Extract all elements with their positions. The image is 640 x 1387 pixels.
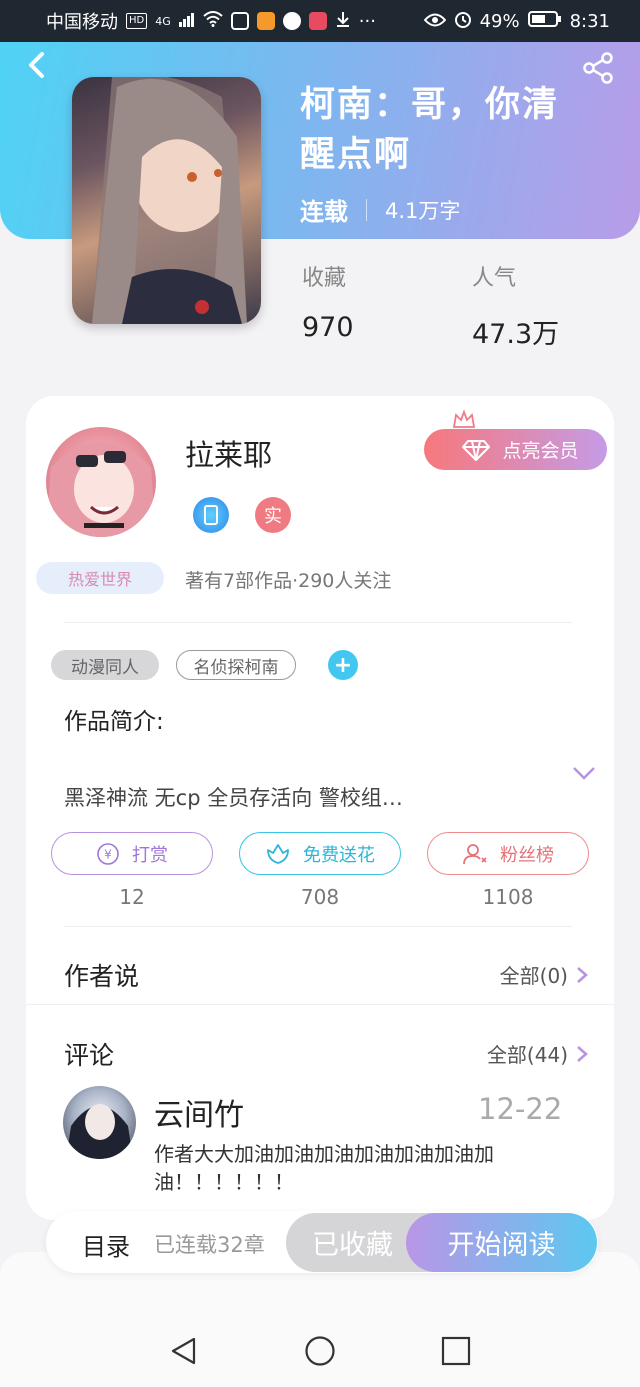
nav-back-button[interactable]	[168, 1335, 200, 1367]
fans-rank-button[interactable]: 粉丝榜	[427, 832, 589, 875]
avatar-badge: 热爱世界	[36, 562, 164, 594]
send-flower-label: 免费送花	[303, 844, 375, 866]
tag-conan[interactable]: 名侦探柯南	[176, 650, 296, 680]
book-title: 柯南：哥，你清醒点啊	[300, 85, 560, 175]
back-button[interactable]	[22, 50, 52, 80]
vip-button[interactable]: 点亮会员	[424, 429, 607, 470]
start-reading-button[interactable]: 开始阅读	[406, 1213, 597, 1272]
comment-date: 12-22	[478, 1092, 563, 1126]
commenter-avatar-image	[66, 1104, 133, 1159]
divider	[26, 1004, 614, 1005]
carrier-label: 中国移动	[46, 12, 118, 33]
phone-verified-icon	[193, 497, 229, 533]
book-meta: 连载 4.1万字	[300, 192, 460, 227]
expand-chevron-icon[interactable]	[572, 765, 596, 781]
popularity-stat: 人气 47.3万	[472, 260, 559, 351]
eye-icon	[423, 12, 446, 31]
status-left: 中国移动 HD 4G ···	[46, 8, 376, 34]
comments-all-link[interactable]: 全部(44)	[487, 1039, 588, 1068]
divider	[64, 926, 572, 927]
divider	[64, 622, 572, 623]
tag-anime[interactable]: 动漫同人	[51, 650, 159, 680]
cover-illustration	[92, 77, 247, 324]
commenter-avatar[interactable]	[63, 1086, 136, 1159]
battery-percent: 49%	[479, 10, 520, 32]
flower-icon	[267, 843, 289, 864]
signal-icon	[178, 12, 195, 31]
author-says-title: 作者说	[64, 962, 140, 991]
vip-button-label: 点亮会员	[502, 440, 579, 462]
serial-status: 连载	[300, 198, 348, 226]
clock: 8:31	[569, 10, 610, 32]
author-avatar[interactable]	[46, 427, 156, 537]
author-avatar-image	[46, 442, 156, 537]
book-cover[interactable]	[72, 77, 261, 324]
diamond-icon	[462, 439, 491, 461]
nav-recents-button[interactable]	[440, 1335, 472, 1367]
chapter-count[interactable]: 已连载32章	[154, 1229, 265, 1259]
status-bar: 中国移动 HD 4G ··· 49% 8:31	[0, 0, 640, 42]
wifi-icon	[203, 11, 223, 31]
real-name-badge: 实	[255, 497, 291, 533]
play-app-icon	[256, 12, 275, 30]
svg-text:¥: ¥	[104, 847, 112, 861]
triangle-back-icon	[171, 1337, 196, 1365]
tip-button[interactable]: ¥ 打赏	[51, 832, 213, 875]
circle-home-icon	[305, 1336, 335, 1366]
network-indicator: 4G	[155, 14, 171, 28]
chevron-right-icon	[577, 1045, 588, 1062]
favorites-value: 970	[302, 312, 354, 343]
camera-app-icon	[282, 12, 301, 30]
book-app-icon	[308, 12, 327, 30]
hd-badge: HD	[126, 13, 148, 29]
status-right: 49% 8:31	[423, 10, 610, 32]
add-tag-button[interactable]: +	[328, 650, 358, 680]
favorites-stat: 收藏 970	[302, 260, 354, 343]
popularity-label: 人气	[472, 266, 517, 291]
battery-icon	[527, 10, 562, 32]
intro-text[interactable]: 黑泽神流 无cp 全员存活向 警校组…	[64, 782, 544, 812]
nav-home-button[interactable]	[304, 1335, 336, 1367]
flower-count: 708	[300, 885, 340, 909]
comments-all-label: 全部(44)	[486, 1043, 568, 1067]
word-count: 4.1万字	[385, 198, 461, 223]
back-arrow-icon	[29, 52, 44, 78]
toc-button[interactable]: 目录	[82, 1227, 130, 1262]
author-stats: 著有7部作品·290人关注	[185, 570, 392, 592]
alarm-icon	[454, 10, 472, 32]
fans-rank-label: 粉丝榜	[500, 844, 554, 866]
author-says-all-link[interactable]: 全部(0)	[500, 960, 588, 989]
commenter-name[interactable]: 云间竹	[154, 1090, 244, 1134]
more-notifications-icon: ···	[358, 10, 376, 32]
comment-text[interactable]: 作者大大加油加油加油加油加油加油加油！！！！！！	[154, 1140, 544, 1196]
crown-icon	[452, 409, 476, 429]
favorites-label: 收藏	[302, 266, 347, 291]
tip-count: 12	[119, 885, 145, 909]
yuan-icon: ¥	[97, 842, 119, 865]
meta-divider	[366, 198, 367, 221]
author-name[interactable]: 拉莱耶	[185, 432, 272, 474]
comments-title: 评论	[64, 1041, 115, 1070]
chevron-right-icon	[577, 966, 588, 983]
download-icon	[335, 11, 351, 31]
send-flower-button[interactable]: 免费送花	[239, 832, 401, 875]
fans-count: 1108	[482, 885, 534, 909]
square-recents-icon	[441, 1336, 471, 1366]
fans-icon	[463, 843, 487, 864]
author-says-all-label: 全部(0)	[499, 964, 568, 988]
intro-label: 作品简介:	[64, 709, 164, 735]
tv-app-icon	[230, 12, 249, 30]
popularity-value: 47.3万	[472, 319, 560, 350]
tip-label: 打赏	[132, 844, 168, 866]
